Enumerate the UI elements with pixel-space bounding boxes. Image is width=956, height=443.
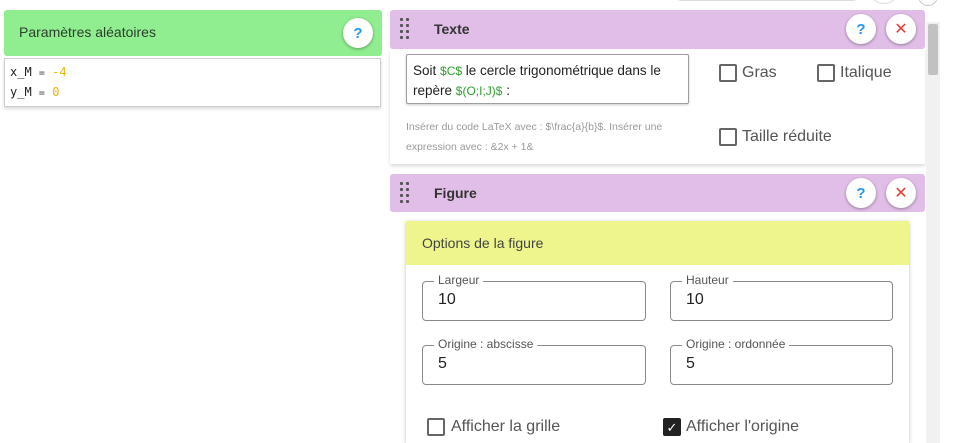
text-part: Soit bbox=[413, 63, 441, 78]
largeur-value: 10 bbox=[438, 291, 456, 308]
param-x-line: x_M = -4 bbox=[10, 65, 67, 79]
small-size-label: Taille réduite bbox=[742, 128, 832, 145]
param-name: x_M bbox=[10, 65, 32, 79]
text-part: : bbox=[502, 83, 510, 98]
scrollbar-thumb[interactable] bbox=[928, 24, 938, 75]
texte-close-button[interactable]: ✕ bbox=[886, 14, 916, 44]
scrollbar-track[interactable] bbox=[926, 22, 940, 443]
drag-handle-icon[interactable] bbox=[400, 182, 410, 204]
texte-block-title: Texte bbox=[434, 21, 470, 37]
params-list: x_M = -4 y_M = 0 bbox=[4, 58, 381, 107]
param-eq: = bbox=[38, 88, 45, 99]
latex-part: $(O;I;J)$ bbox=[455, 84, 503, 98]
bold-label: Gras bbox=[742, 64, 777, 81]
top-control-button[interactable] bbox=[918, 0, 938, 6]
show-origin-checkbox[interactable]: ✓ bbox=[663, 418, 681, 436]
param-eq: = bbox=[38, 68, 45, 79]
italic-label: Italique bbox=[840, 64, 892, 81]
bold-checkbox[interactable] bbox=[719, 64, 737, 82]
origine-ordonnee-value: 5 bbox=[686, 355, 695, 372]
texte-block-header bbox=[390, 10, 925, 49]
params-help-button[interactable]: ? bbox=[343, 18, 373, 48]
origine-ordonnee-label: Origine : ordonnée bbox=[682, 337, 790, 351]
texte-help-button[interactable]: ? bbox=[846, 14, 876, 44]
figure-help-button[interactable]: ? bbox=[846, 178, 876, 208]
largeur-label: Largeur bbox=[434, 273, 484, 287]
hauteur-value: 10 bbox=[686, 291, 704, 308]
show-origin-label: Afficher l'origine bbox=[686, 418, 800, 435]
texte-content-input[interactable]: Soit $C$ le cercle trigonométrique dans … bbox=[406, 54, 689, 104]
param-name: y_M bbox=[10, 85, 32, 99]
top-search-field[interactable] bbox=[672, 0, 862, 1]
italic-checkbox[interactable] bbox=[817, 64, 835, 82]
figure-close-button[interactable]: ✕ bbox=[886, 178, 916, 208]
small-size-checkbox[interactable] bbox=[719, 128, 737, 146]
drag-handle-icon[interactable] bbox=[400, 18, 410, 40]
show-grid-label: Afficher la grille bbox=[451, 418, 561, 435]
origine-abscisse-value: 5 bbox=[438, 355, 447, 372]
origine-abscisse-label: Origine : abscisse bbox=[434, 337, 538, 351]
figure-block-title: Figure bbox=[434, 185, 477, 201]
top-round-button[interactable] bbox=[868, 0, 900, 4]
hauteur-label: Hauteur bbox=[682, 273, 733, 287]
params-title: Paramètres aléatoires bbox=[19, 24, 156, 40]
origine-abscisse-input[interactable] bbox=[422, 345, 646, 385]
param-value: -4 bbox=[52, 65, 67, 79]
show-grid-checkbox[interactable] bbox=[427, 418, 445, 436]
param-y-line: y_M = 0 bbox=[10, 85, 59, 99]
origine-ordonnee-input[interactable] bbox=[670, 345, 893, 385]
param-value: 0 bbox=[52, 85, 60, 99]
latex-part: $C$ bbox=[440, 64, 463, 78]
figure-options-title: Options de la figure bbox=[422, 235, 544, 251]
texte-hint: Insérer du code LaTeX avec : $\frac{a}{b… bbox=[406, 121, 663, 153]
